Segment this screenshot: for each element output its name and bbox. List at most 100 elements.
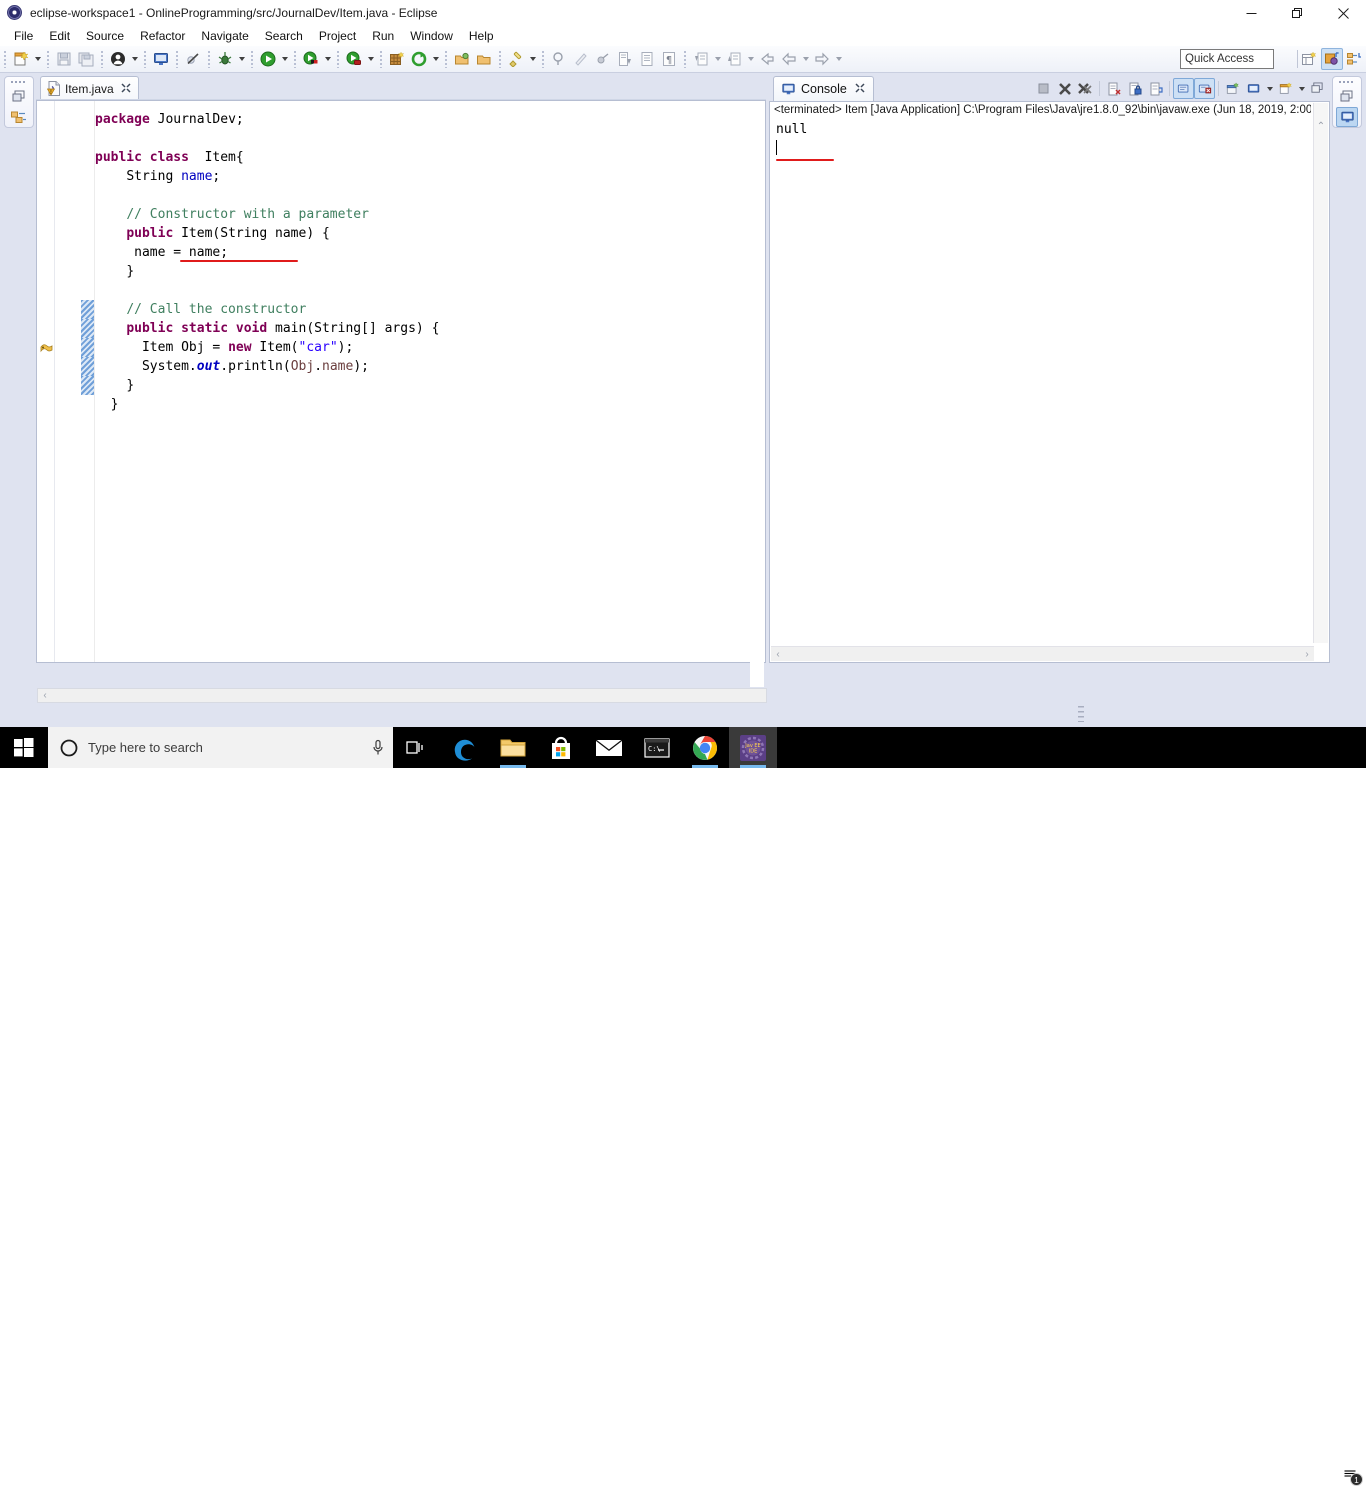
menu-window[interactable]: Window: [402, 27, 461, 45]
debug-icon[interactable]: [214, 48, 236, 70]
open-console-icon[interactable]: [1222, 78, 1243, 99]
clear-console-icon[interactable]: [1103, 78, 1124, 99]
menu-project[interactable]: Project: [311, 27, 364, 45]
display-selected-console-icon[interactable]: [1194, 78, 1215, 99]
new-console-view-icon[interactable]: [1243, 78, 1264, 99]
forward-dropdown-arrow[interactable]: [833, 48, 844, 70]
console-tab[interactable]: Console: [773, 76, 874, 101]
restore-view-icon[interactable]: [8, 87, 30, 107]
next-annotation-icon[interactable]: [614, 48, 636, 70]
annotation-icon[interactable]: [592, 48, 614, 70]
search-dropdown-arrow[interactable]: [527, 48, 538, 70]
restore-view-icon[interactable]: [1336, 87, 1358, 107]
mail-icon[interactable]: [585, 727, 633, 768]
console-view-dropdown-arrow[interactable]: [1264, 78, 1275, 100]
console-output-area[interactable]: <terminated> Item [Java Application] C:\…: [769, 101, 1330, 663]
edge-browser-icon[interactable]: [441, 727, 489, 768]
java-perspective-icon[interactable]: [1343, 48, 1365, 70]
next-member-icon[interactable]: [690, 48, 712, 70]
language-indicator[interactable]: ENG IN: [1231, 1462, 1267, 1488]
remove-launch-icon[interactable]: [1054, 78, 1075, 99]
previous-member-dropdown-arrow[interactable]: [745, 48, 756, 70]
battery-charging-icon[interactable]: [1153, 1454, 1179, 1495]
refresh-icon[interactable]: [408, 48, 430, 70]
code-editor[interactable]: 1234567891011121314151617 package Journa…: [36, 100, 767, 703]
previous-member-icon[interactable]: [723, 48, 745, 70]
close-tab-icon[interactable]: [121, 82, 131, 96]
minimize-view-icon[interactable]: [1307, 78, 1328, 99]
menu-navigate[interactable]: Navigate: [193, 27, 256, 45]
package-explorer-icon[interactable]: [8, 107, 30, 127]
code-text-area[interactable]: package JournalDev; public class Item{ St…: [95, 101, 765, 662]
minimize-button[interactable]: [1228, 0, 1274, 26]
new-wizard-dropdown-arrow[interactable]: [32, 48, 43, 70]
back-dropdown-arrow[interactable]: [800, 48, 811, 70]
close-button[interactable]: [1320, 0, 1366, 26]
chrome-icon[interactable]: [681, 727, 729, 768]
command-prompt-icon[interactable]: C:\: [633, 727, 681, 768]
microphone-icon[interactable]: [371, 739, 385, 757]
console-view-icon[interactable]: [1336, 107, 1358, 127]
last-edit-icon[interactable]: [636, 48, 658, 70]
warning-marker-icon[interactable]: [40, 342, 53, 355]
wifi-icon[interactable]: [1179, 1454, 1205, 1495]
new-console-icon[interactable]: [1275, 78, 1296, 99]
menu-source[interactable]: Source: [78, 27, 132, 45]
search-icon[interactable]: [505, 48, 527, 70]
profile-dropdown-arrow[interactable]: [365, 48, 376, 70]
editor-tab-item-java[interactable]: ! Item.java: [40, 76, 139, 100]
editor-vertical-scrollbar[interactable]: [750, 126, 764, 687]
scroll-lock-icon[interactable]: [1124, 78, 1145, 99]
profile-icon[interactable]: [343, 48, 365, 70]
new-java-project-icon[interactable]: [386, 48, 408, 70]
microsoft-store-icon[interactable]: [537, 727, 585, 768]
volume-icon[interactable]: [1205, 1454, 1231, 1495]
forward-icon[interactable]: [811, 48, 833, 70]
eclipse-icon[interactable]: Jav EE IDE: [729, 727, 777, 768]
annotation-ruler[interactable]: [37, 101, 55, 662]
scroll-up-arrow[interactable]: ⌃: [1314, 103, 1328, 132]
editor-horizontal-scrollbar[interactable]: ‹: [37, 688, 767, 703]
skip-breakpoints-icon[interactable]: [182, 48, 204, 70]
windows-start-icon[interactable]: [0, 727, 48, 768]
java-ee-perspective-icon[interactable]: [1321, 48, 1343, 70]
coverage-dropdown-arrow[interactable]: [322, 48, 333, 70]
open-perspective-icon[interactable]: [1298, 48, 1320, 70]
close-tab-icon[interactable]: [855, 82, 865, 96]
next-member-dropdown-arrow[interactable]: [712, 48, 723, 70]
last-edit-location-icon[interactable]: [756, 48, 778, 70]
clock[interactable]: 2:01 PM 6/18/2019: [1267, 1461, 1334, 1489]
remove-all-terminated-icon[interactable]: [1075, 78, 1096, 99]
menu-file[interactable]: File: [6, 27, 41, 45]
menu-run[interactable]: Run: [364, 27, 402, 45]
search-input[interactable]: Type here to search: [48, 727, 393, 768]
task-view-icon[interactable]: [393, 727, 441, 768]
menu-refactor[interactable]: Refactor: [132, 27, 193, 45]
save-icon[interactable]: [53, 48, 75, 70]
refresh-dropdown-arrow[interactable]: [430, 48, 441, 70]
new-console-dropdown-arrow[interactable]: [1296, 78, 1307, 100]
person-dropdown-arrow[interactable]: [129, 48, 140, 70]
scroll-right-arrow[interactable]: ›: [1300, 649, 1314, 660]
run-icon[interactable]: [257, 48, 279, 70]
show-hidden-icons-icon[interactable]: [1127, 1454, 1153, 1495]
save-all-icon[interactable]: [75, 48, 97, 70]
notification-center-icon[interactable]: 1: [1334, 1454, 1366, 1495]
menu-help[interactable]: Help: [461, 27, 502, 45]
pin-console-icon[interactable]: [1173, 78, 1194, 99]
open-task-icon[interactable]: [473, 48, 495, 70]
menu-search[interactable]: Search: [257, 27, 311, 45]
console-horizontal-scrollbar[interactable]: ‹ ›: [771, 646, 1314, 661]
run-dropdown-arrow[interactable]: [279, 48, 290, 70]
person-icon[interactable]: [107, 48, 129, 70]
coverage-icon[interactable]: [300, 48, 322, 70]
terminate-icon[interactable]: [1033, 78, 1054, 99]
scroll-left-arrow[interactable]: ‹: [38, 690, 52, 701]
scroll-left-arrow[interactable]: ‹: [771, 649, 785, 660]
pilcrow-icon[interactable]: ¶: [658, 48, 680, 70]
quick-access-input[interactable]: Quick Access: [1180, 49, 1274, 69]
back-icon[interactable]: [778, 48, 800, 70]
menu-edit[interactable]: Edit: [41, 27, 78, 45]
status-bar-resize-grip[interactable]: [1078, 706, 1084, 722]
file-explorer-icon[interactable]: [489, 727, 537, 768]
